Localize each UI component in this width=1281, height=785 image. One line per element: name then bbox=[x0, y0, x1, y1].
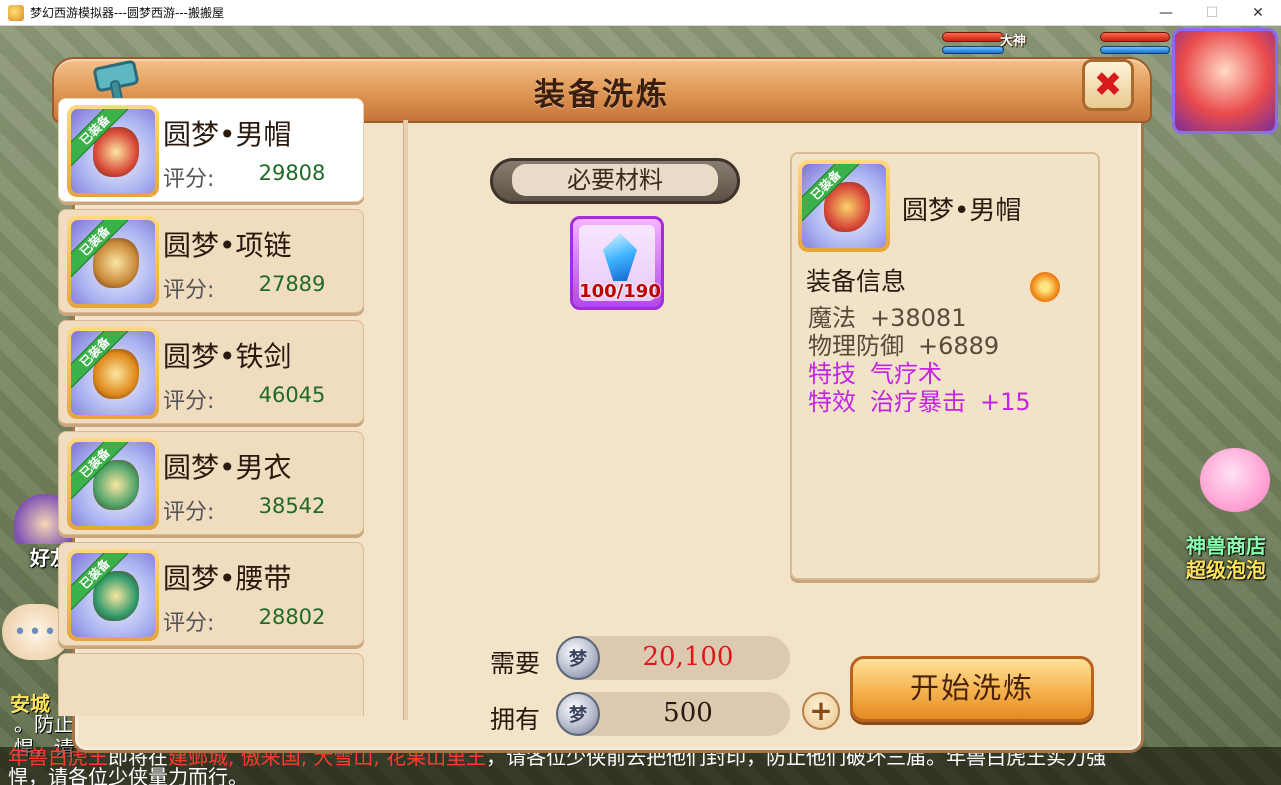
player-hp-bar bbox=[1100, 32, 1170, 42]
material-slot-inner: 100/190 bbox=[579, 225, 661, 302]
info-section-title: 装备信息 bbox=[806, 267, 907, 296]
equipment-icon: 已装备 bbox=[67, 216, 159, 308]
pet-mp-bar bbox=[942, 46, 1004, 54]
equipment-icon: 已装备 bbox=[67, 438, 159, 530]
item-icon-inner: 已装备 bbox=[71, 109, 155, 193]
score-label: 评分: bbox=[163, 167, 215, 192]
selected-item-icon[interactable]: 已装备 bbox=[798, 160, 890, 252]
window-controls: — ☐ ✕ bbox=[1143, 0, 1281, 26]
material-slot[interactable]: 100/190 bbox=[570, 216, 664, 310]
window-titlebar: 梦幻西游模拟器---圆梦西游---搬搬屋 — ☐ ✕ bbox=[0, 0, 1281, 26]
need-label: 需要 bbox=[490, 649, 541, 678]
add-currency-button[interactable]: + bbox=[802, 692, 840, 730]
score-label: 评分: bbox=[163, 500, 215, 525]
item-name: 圆梦•项链 bbox=[163, 229, 292, 262]
player-avatar[interactable] bbox=[1172, 28, 1278, 134]
pet-hp-bar bbox=[942, 32, 1004, 42]
equipment-icon: 已装备 bbox=[67, 105, 159, 197]
maximize-button[interactable]: ☐ bbox=[1189, 0, 1235, 26]
silver-coin-icon: 梦 bbox=[556, 636, 600, 680]
equipment-item[interactable]: 已装备 圆梦•铁剑评分: 46045 bbox=[58, 320, 364, 424]
need-value: 20,100 bbox=[642, 642, 734, 672]
item-name: 圆梦•铁剑 bbox=[163, 340, 292, 373]
score-label: 评分: bbox=[163, 278, 215, 303]
dashen-badge: 大神 bbox=[1000, 34, 1027, 49]
materials-title: 必要材料 bbox=[512, 164, 718, 196]
player-mp-bar bbox=[1100, 46, 1170, 54]
selected-item-name: 圆梦•男帽 bbox=[902, 196, 1022, 226]
equipment-list[interactable]: 已装备 圆梦•男帽 评分: 29808 已装备 圆梦•项链 评分: 27889 已装备 圆梦•铁剑… bbox=[58, 98, 370, 716]
item-score: 29808 bbox=[258, 161, 326, 185]
have-label: 拥有 bbox=[490, 705, 541, 734]
message-text: 悍，请各位少侠量力而行。 bbox=[8, 765, 248, 785]
minimize-button[interactable]: — bbox=[1143, 0, 1189, 26]
equipment-item[interactable]: 已装备 圆梦•项链评分: 27889 bbox=[58, 209, 364, 313]
equipment-item[interactable]: 已装备 圆梦•男帽评分: 29808 bbox=[58, 98, 364, 202]
pet-bubble-icon[interactable] bbox=[1200, 448, 1270, 512]
material-count: 100/190 bbox=[579, 281, 661, 302]
app-icon bbox=[8, 4, 24, 21]
silver-coin-icon: 梦 bbox=[556, 692, 600, 736]
panel-divider bbox=[403, 120, 408, 720]
attribute-label: 特效 bbox=[808, 388, 856, 416]
item-icon-inner: 已装备 bbox=[71, 220, 155, 304]
info-line: 特效 治疗暴击 +15 bbox=[808, 382, 1031, 417]
item-icon-inner: 已装备 bbox=[71, 553, 155, 637]
score-label: 评分: bbox=[163, 389, 215, 414]
item-icon-inner: 已装备 bbox=[802, 164, 886, 248]
start-refine-button[interactable]: 开始洗炼 bbox=[850, 656, 1094, 722]
close-window-button[interactable]: ✕ bbox=[1235, 0, 1281, 26]
swirl-coin-icon bbox=[1030, 272, 1060, 302]
item-icon-inner: 已装备 bbox=[71, 442, 155, 526]
attribute-extra: +15 bbox=[980, 388, 1031, 416]
item-score: 46045 bbox=[258, 383, 326, 407]
blue-crystal-icon bbox=[603, 233, 637, 281]
attribute-value: 治疗暴击 bbox=[870, 388, 966, 416]
score-label: 评分: bbox=[163, 611, 215, 636]
window-title: 梦幻西游模拟器---圆梦西游---搬搬屋 bbox=[30, 6, 224, 20]
materials-banner: 必要材料 bbox=[490, 158, 740, 204]
item-name: 圆梦•男衣 bbox=[163, 451, 292, 484]
item-score: 28802 bbox=[258, 605, 326, 629]
item-name: 圆梦•男帽 bbox=[163, 118, 292, 151]
equipment-item[interactable]: 已装备 圆梦•腰带评分: 28802 bbox=[58, 542, 364, 646]
equipment-icon: 已装备 bbox=[67, 327, 159, 419]
equipment-item[interactable]: 已装备 圆梦•男衣评分: 38542 bbox=[58, 431, 364, 535]
equipment-icon: 已装备 bbox=[67, 549, 159, 641]
equipment-item[interactable] bbox=[58, 653, 364, 716]
item-icon-inner: 已装备 bbox=[71, 331, 155, 415]
equipment-info-panel: 已装备 圆梦•男帽 装备信息 魔法 +38081 物理防御 +6889 特技 气疗术 特效治… bbox=[790, 152, 1100, 580]
close-dialog-button[interactable]: ✖ bbox=[1082, 59, 1134, 111]
have-value: 500 bbox=[663, 698, 713, 728]
item-score: 38542 bbox=[258, 494, 326, 518]
item-score: 27889 bbox=[258, 272, 326, 296]
item-name: 圆梦•腰带 bbox=[163, 562, 292, 595]
super-bubble-label[interactable]: 超级泡泡 bbox=[1186, 554, 1266, 583]
